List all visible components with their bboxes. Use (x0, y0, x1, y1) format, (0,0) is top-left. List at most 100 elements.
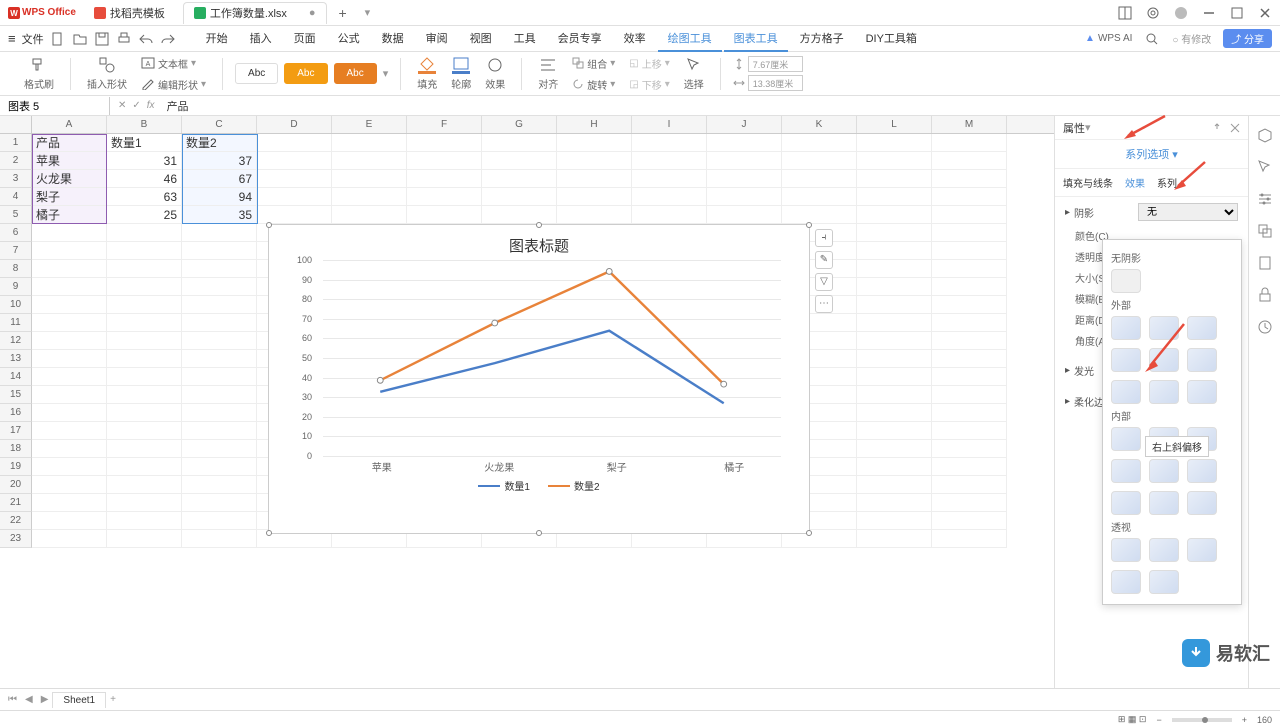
cell[interactable] (857, 350, 932, 368)
rt-clipboard-icon[interactable] (1256, 254, 1274, 272)
cell[interactable] (32, 314, 107, 332)
cell[interactable] (32, 386, 107, 404)
shadow-outer-3[interactable] (1187, 316, 1217, 340)
cell[interactable] (107, 296, 182, 314)
chart-elements-button[interactable]: ⫞ (815, 229, 833, 247)
menu-item[interactable]: 公式 (328, 26, 370, 52)
settings-icon[interactable] (1146, 6, 1160, 20)
cell[interactable] (407, 170, 482, 188)
cell[interactable] (932, 422, 1007, 440)
formula-input[interactable]: 产品 (163, 98, 1280, 114)
menu-item[interactable]: 工具 (504, 26, 546, 52)
height-input[interactable] (748, 56, 803, 72)
layout-icon[interactable] (1118, 6, 1132, 20)
col-header[interactable]: G (482, 116, 557, 133)
group-button[interactable]: 组合▾ (568, 54, 619, 73)
tab-template[interactable]: 找稻壳模板 (84, 2, 175, 24)
shadow-inner-7[interactable] (1111, 491, 1141, 515)
cell[interactable] (782, 170, 857, 188)
move-down-button[interactable]: ◲下移▾ (625, 75, 673, 94)
cell[interactable] (107, 440, 182, 458)
shadow-inner-1[interactable] (1111, 427, 1141, 451)
cell[interactable] (107, 278, 182, 296)
cell[interactable] (932, 386, 1007, 404)
cell[interactable] (32, 368, 107, 386)
cell[interactable] (632, 206, 707, 224)
shadow-persp-4[interactable] (1111, 570, 1141, 594)
cell[interactable] (32, 404, 107, 422)
sheet-add[interactable]: + (106, 694, 120, 705)
shadow-inner-9[interactable] (1187, 491, 1217, 515)
cell[interactable]: 67 (182, 170, 257, 188)
shape-style-1[interactable]: Abc (235, 63, 278, 84)
cell[interactable] (932, 404, 1007, 422)
avatar-icon[interactable] (1174, 6, 1188, 20)
row-header[interactable]: 8 (0, 260, 32, 278)
maximize-icon[interactable] (1230, 6, 1244, 20)
cell[interactable]: 产品 (32, 134, 107, 152)
sheet-next[interactable]: ▶ (37, 694, 53, 705)
cell[interactable] (182, 494, 257, 512)
cell[interactable] (932, 314, 1007, 332)
cell[interactable] (32, 440, 107, 458)
cell[interactable] (932, 152, 1007, 170)
shadow-select[interactable]: 无 (1138, 203, 1238, 221)
cell[interactable] (932, 188, 1007, 206)
menu-item[interactable]: 方方格子 (790, 26, 854, 52)
cell[interactable] (557, 152, 632, 170)
zoom-out[interactable]: − (1156, 715, 1161, 725)
cell[interactable] (107, 332, 182, 350)
cell[interactable] (32, 350, 107, 368)
shadow-outer-8[interactable] (1149, 380, 1179, 404)
cell[interactable] (407, 134, 482, 152)
row-header[interactable]: 7 (0, 242, 32, 260)
cell[interactable] (557, 134, 632, 152)
cell[interactable] (632, 170, 707, 188)
wps-ai-button[interactable]: ▲WPS AI (1085, 33, 1132, 44)
cell[interactable] (182, 296, 257, 314)
menu-item[interactable]: 开始 (196, 26, 238, 52)
cell[interactable] (857, 170, 932, 188)
cell[interactable] (107, 512, 182, 530)
row-header[interactable]: 16 (0, 404, 32, 422)
legend-item[interactable]: 数量2 (548, 478, 600, 493)
cell[interactable] (857, 206, 932, 224)
col-header[interactable]: M (932, 116, 1007, 133)
cell[interactable] (107, 386, 182, 404)
save-icon[interactable] (94, 31, 110, 47)
select-button[interactable]: 选择 (680, 54, 708, 93)
cell[interactable] (182, 422, 257, 440)
status-view-icons[interactable]: ⊞ ▦ ⊡ (1118, 714, 1147, 725)
cell[interactable] (857, 386, 932, 404)
cell[interactable]: 苹果 (32, 152, 107, 170)
cell[interactable] (857, 440, 932, 458)
cell[interactable] (857, 476, 932, 494)
menu-item[interactable]: 会员专享 (548, 26, 612, 52)
col-header[interactable]: J (707, 116, 782, 133)
cell[interactable] (632, 134, 707, 152)
tab-add[interactable]: + (331, 5, 355, 21)
col-header[interactable]: I (632, 116, 707, 133)
menu-hamburger[interactable]: ≡ (8, 31, 16, 46)
cell[interactable] (107, 458, 182, 476)
cell[interactable] (182, 260, 257, 278)
row-header[interactable]: 4 (0, 188, 32, 206)
cell[interactable] (332, 206, 407, 224)
shadow-none-option[interactable] (1111, 269, 1141, 293)
cell[interactable] (107, 368, 182, 386)
undo-icon[interactable] (138, 31, 154, 47)
cell[interactable] (857, 260, 932, 278)
cell[interactable] (932, 242, 1007, 260)
cell[interactable] (857, 422, 932, 440)
shadow-persp-2[interactable] (1149, 538, 1179, 562)
cell[interactable] (482, 188, 557, 206)
rt-arrow-icon[interactable] (1256, 158, 1274, 176)
cell[interactable] (332, 188, 407, 206)
format-painter-button[interactable]: 格式刷 (20, 54, 58, 93)
rt-cube-icon[interactable] (1256, 126, 1274, 144)
menu-item[interactable]: 插入 (240, 26, 282, 52)
cell[interactable] (932, 440, 1007, 458)
cell[interactable] (782, 134, 857, 152)
cell[interactable] (557, 170, 632, 188)
cell[interactable] (107, 242, 182, 260)
